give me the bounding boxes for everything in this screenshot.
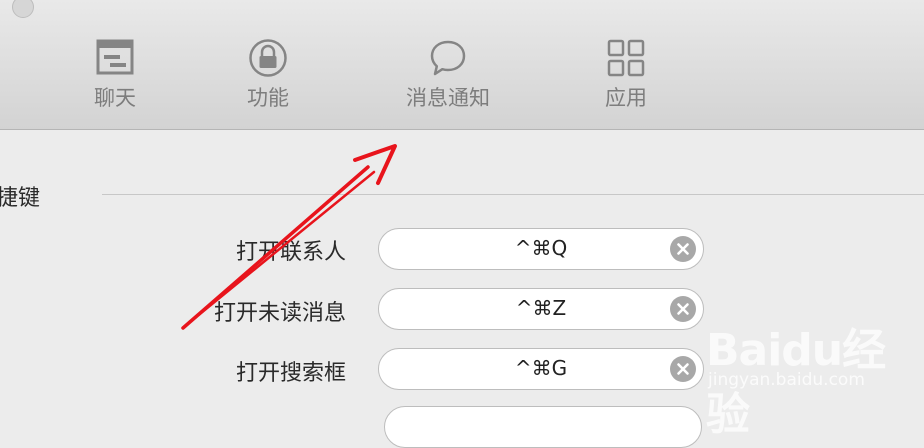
shortcut-label-open-contacts: 打开联系人: [235, 240, 346, 265]
tab-apps[interactable]: 应用: [556, 38, 696, 118]
window-close-button[interactable]: [12, 0, 34, 18]
tab-notifications[interactable]: 消息通知: [378, 38, 518, 118]
chat-window-icon: [96, 39, 134, 75]
clear-icon[interactable]: [670, 356, 696, 382]
shortcut-field-partial[interactable]: [384, 406, 702, 448]
tab-features-label: 功能: [247, 86, 289, 110]
tab-notifications-label: 消息通知: [406, 86, 490, 110]
tab-chat-label: 聊天: [94, 86, 136, 110]
section-title: 捷键: [0, 186, 41, 211]
clear-icon[interactable]: [670, 236, 696, 262]
shortcut-field-open-search[interactable]: ^⌘G: [378, 348, 704, 390]
lock-icon: [249, 39, 287, 77]
speech-bubble-icon: [430, 40, 466, 76]
shortcut-field-open-contacts[interactable]: ^⌘Q: [378, 228, 704, 270]
shortcut-value: ^⌘G: [514, 356, 568, 380]
shortcut-label-open-search: 打开搜索框: [235, 361, 346, 386]
clear-icon[interactable]: [670, 296, 696, 322]
shortcut-value: ^⌘Z: [515, 296, 567, 320]
preferences-toolbar: 聊天 功能 消息通知 应用: [0, 0, 924, 130]
grid-icon: [607, 39, 645, 77]
shortcut-label-open-unread: 打开未读消息: [213, 301, 346, 326]
tab-chat[interactable]: 聊天: [45, 38, 185, 118]
tab-apps-label: 应用: [605, 86, 647, 110]
watermark-site: jingyan.baidu.com: [708, 370, 865, 390]
shortcut-value: ^⌘Q: [514, 236, 568, 260]
section-divider: [102, 194, 924, 195]
tab-features[interactable]: 功能: [198, 38, 338, 118]
shortcut-field-open-unread[interactable]: ^⌘Z: [378, 288, 704, 330]
watermark: Baidu经验 jingyan.baidu.com: [700, 312, 924, 440]
